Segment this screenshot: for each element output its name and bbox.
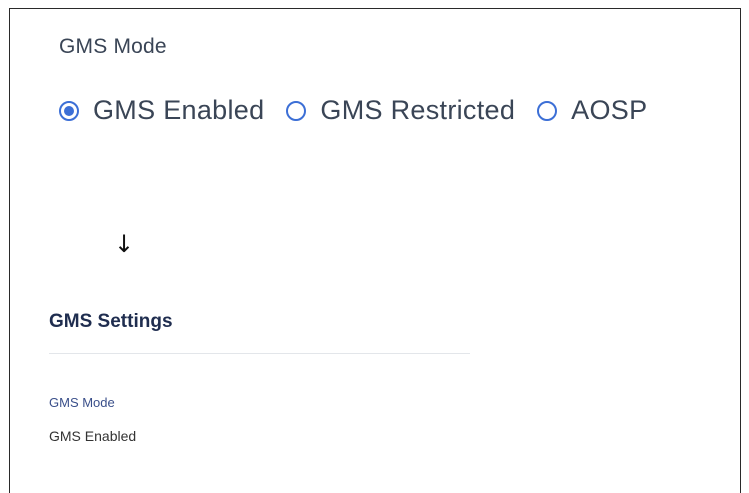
radio-label-gms-restricted: GMS Restricted [320, 95, 516, 125]
arrow-down-icon: ↓ [114, 230, 135, 258]
radio-label-aosp: AOSP [571, 95, 648, 125]
radio-option-aosp[interactable]: AOSP [537, 95, 647, 126]
radio-label-gms-enabled: GMS Enabled [93, 95, 265, 125]
radio-selected-icon[interactable] [59, 100, 79, 121]
gms-mode-radio-group: GMS Enabled GMS Restricted AOSP [59, 95, 647, 126]
gms-mode-title: GMS Mode [59, 35, 167, 58]
gms-settings-title: GMS Settings [49, 311, 173, 332]
gms-mode-field-value: GMS Enabled [49, 428, 137, 444]
radio-unselected-icon[interactable] [537, 100, 558, 121]
radio-dot [64, 105, 74, 116]
settings-divider [49, 353, 470, 354]
radio-option-gms-restricted[interactable]: GMS Restricted [286, 95, 515, 126]
gms-mode-field-label: GMS Mode [49, 395, 115, 410]
radio-option-gms-enabled[interactable]: GMS Enabled [59, 95, 264, 126]
radio-unselected-icon[interactable] [286, 100, 307, 121]
